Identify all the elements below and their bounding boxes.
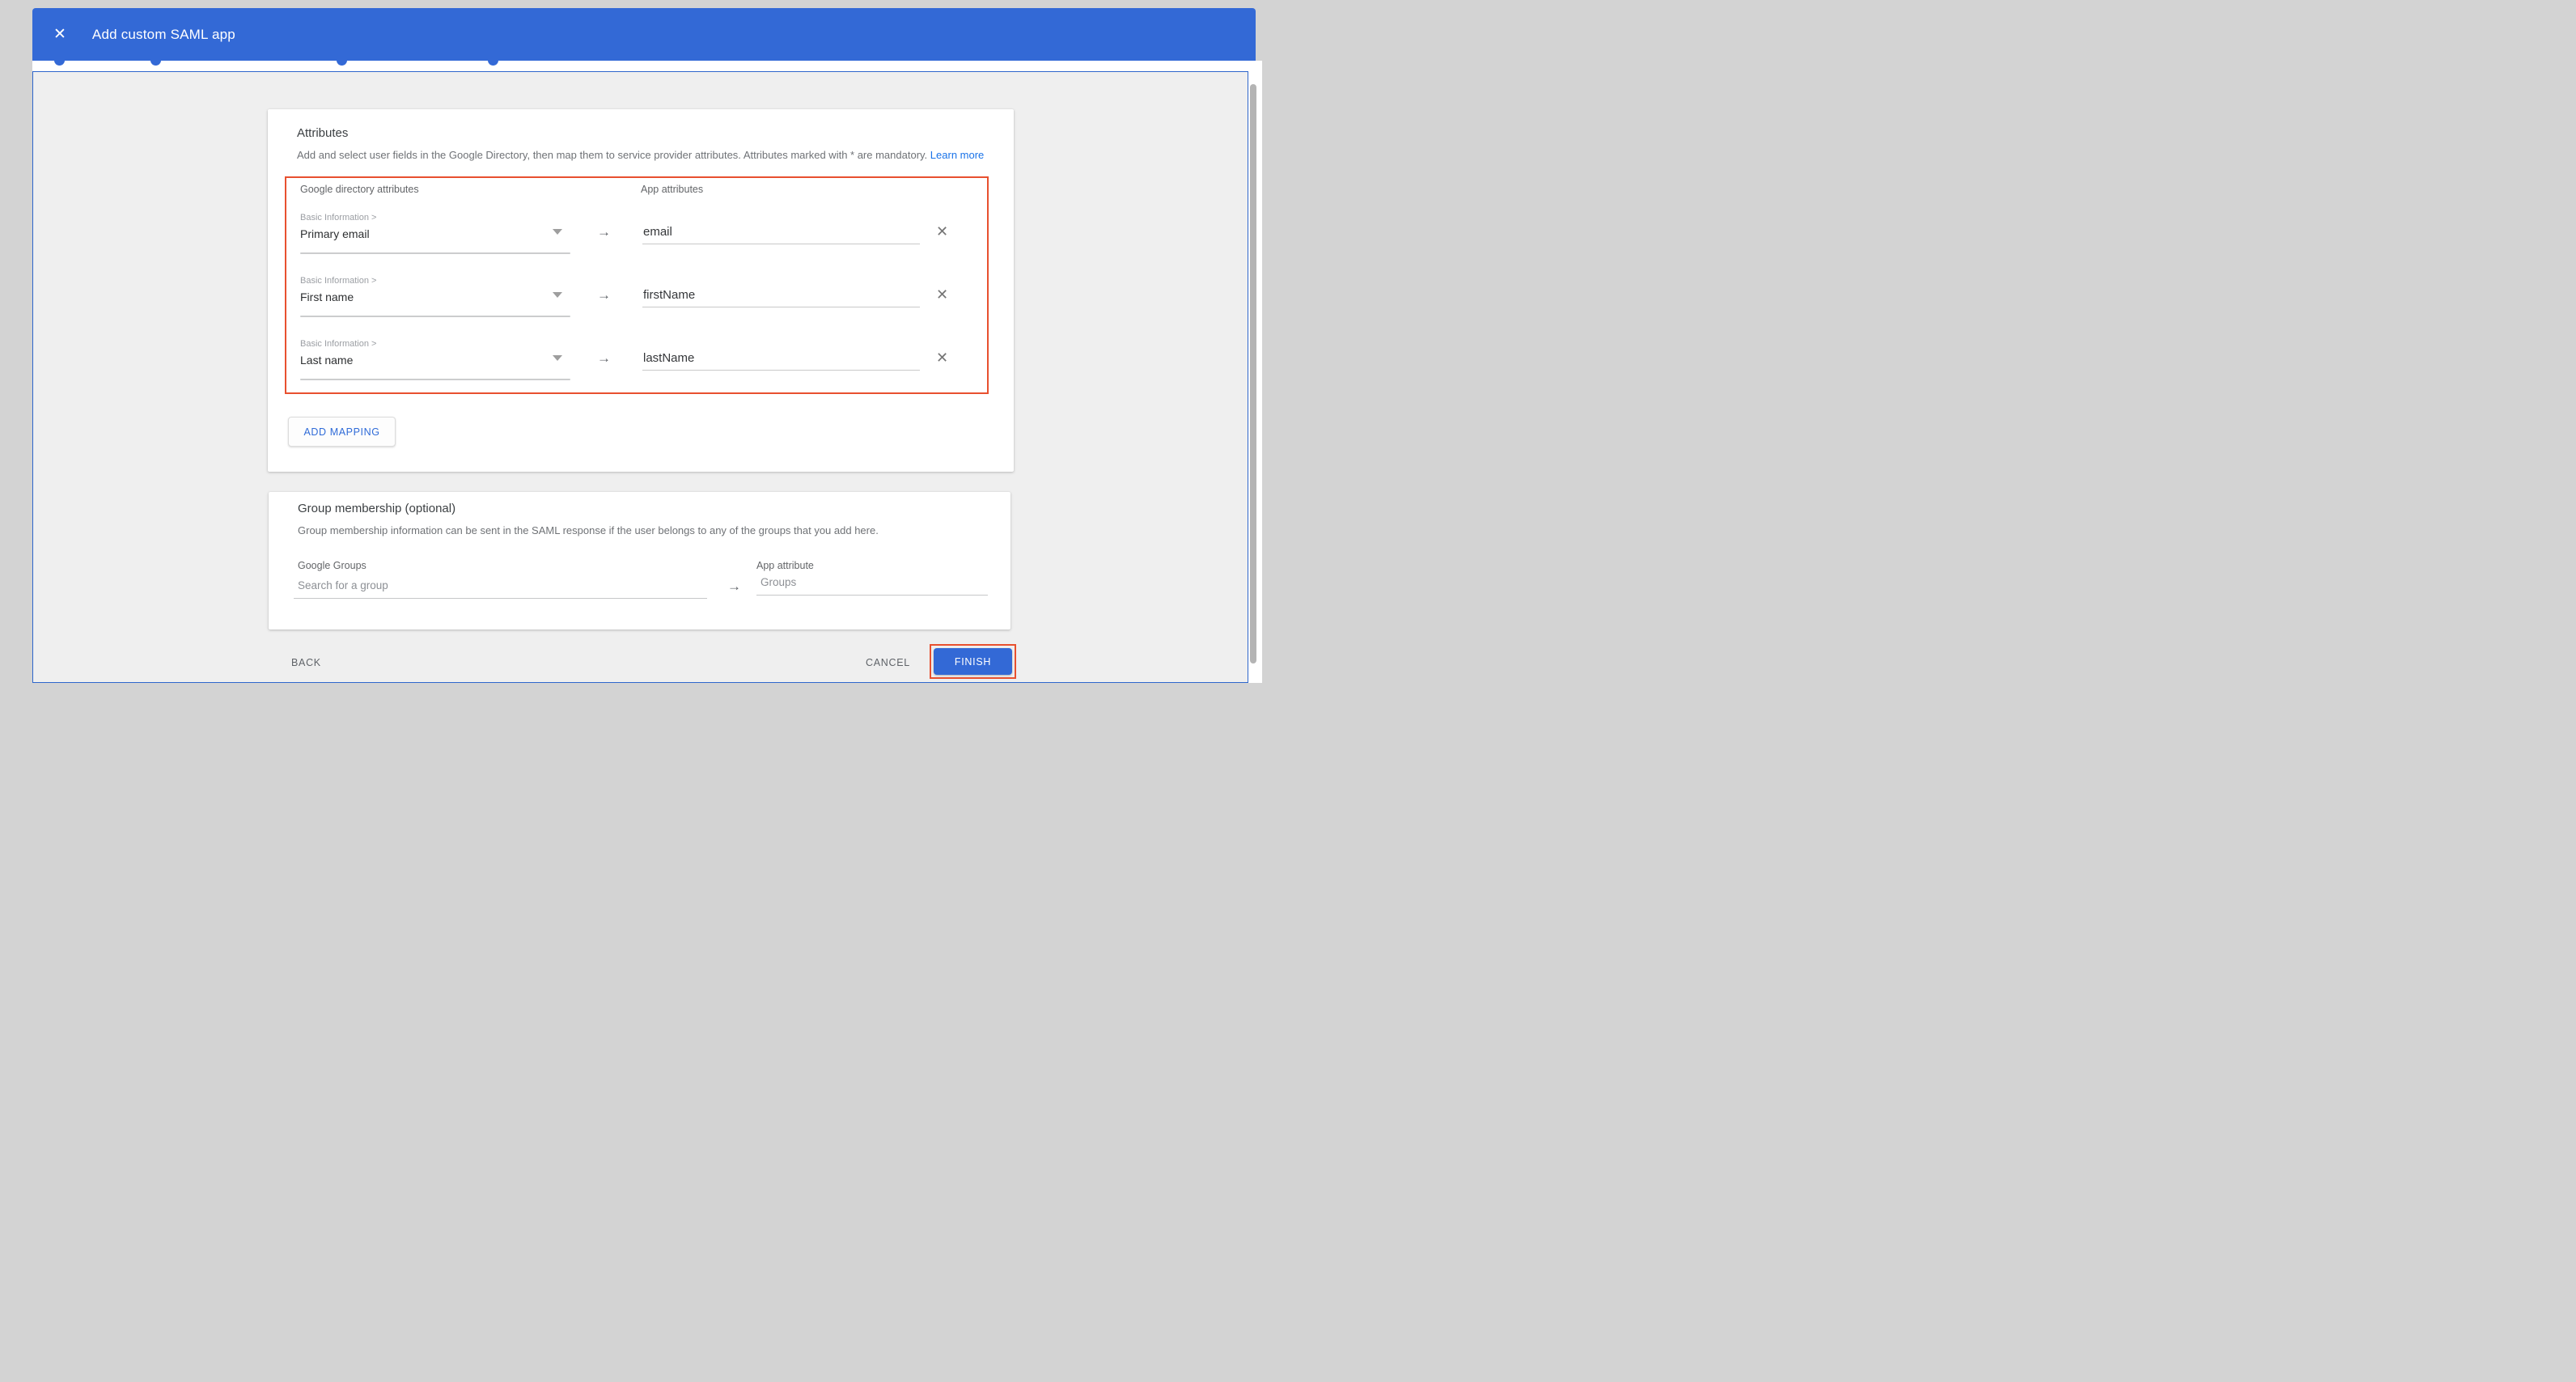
screen: ✕ Add custom SAML app Attributes Add and… (0, 0, 1288, 691)
attributes-card: Attributes Add and select user fields in… (268, 109, 1014, 472)
chevron-down-icon[interactable] (553, 229, 562, 235)
group-card-title: Group membership (optional) (298, 502, 455, 515)
remove-mapping-icon[interactable]: ✕ (936, 286, 948, 303)
chevron-down-icon[interactable] (553, 292, 562, 298)
dialog-header-bar: ✕ Add custom SAML app (32, 8, 1256, 61)
select-underline (300, 379, 570, 380)
finish-button[interactable]: FINISH (934, 648, 1012, 675)
directory-attribute-select[interactable]: First name (300, 290, 354, 303)
mapping-arrow-icon: → (597, 287, 611, 303)
scrollbar-track[interactable] (1248, 61, 1262, 683)
annotation-box-finish: FINISH (930, 644, 1016, 679)
attributes-description-text: Add and select user fields in the Google… (297, 149, 927, 161)
app-attributes-column-header: App attributes (641, 184, 703, 195)
attributes-card-description: Add and select user fields in the Google… (297, 149, 984, 161)
add-mapping-button[interactable]: ADD MAPPING (288, 417, 396, 447)
app-attribute-input[interactable] (642, 288, 920, 307)
directory-attribute-category: Basic Information > (300, 339, 376, 349)
app-attribute-input[interactable] (642, 225, 920, 244)
directory-attribute-select[interactable]: Last name (300, 354, 353, 367)
directory-attribute-category: Basic Information > (300, 213, 376, 223)
directory-attribute-category: Basic Information > (300, 276, 376, 286)
chevron-down-icon[interactable] (553, 355, 562, 361)
group-app-attribute-input[interactable] (756, 576, 988, 596)
back-button[interactable]: BACK (278, 651, 334, 675)
learn-more-link[interactable]: Learn more (930, 149, 984, 161)
mapping-arrow-icon: → (597, 350, 611, 367)
group-membership-card: Group membership (optional) Group member… (269, 492, 1010, 630)
group-search-input[interactable] (294, 579, 707, 599)
remove-mapping-icon[interactable]: ✕ (936, 223, 948, 240)
cancel-button[interactable]: CANCEL (853, 651, 923, 675)
app-attribute-header: App attribute (756, 560, 814, 571)
attributes-card-title: Attributes (297, 126, 348, 140)
directory-attributes-column-header: Google directory attributes (300, 184, 419, 195)
google-groups-header: Google Groups (298, 560, 366, 571)
dialog-title: Add custom SAML app (92, 27, 235, 43)
page-top-strip (32, 61, 1262, 72)
select-underline (300, 252, 570, 254)
select-underline (300, 316, 570, 317)
close-icon[interactable]: ✕ (53, 27, 66, 42)
directory-attribute-select[interactable]: Primary email (300, 227, 370, 240)
scrollbar-thumb[interactable] (1250, 84, 1256, 663)
mapping-arrow-icon: → (727, 579, 741, 595)
group-card-description: Group membership information can be sent… (298, 524, 879, 536)
remove-mapping-icon[interactable]: ✕ (936, 350, 948, 367)
mapping-arrow-icon: → (597, 224, 611, 240)
app-attribute-input[interactable] (642, 351, 920, 371)
